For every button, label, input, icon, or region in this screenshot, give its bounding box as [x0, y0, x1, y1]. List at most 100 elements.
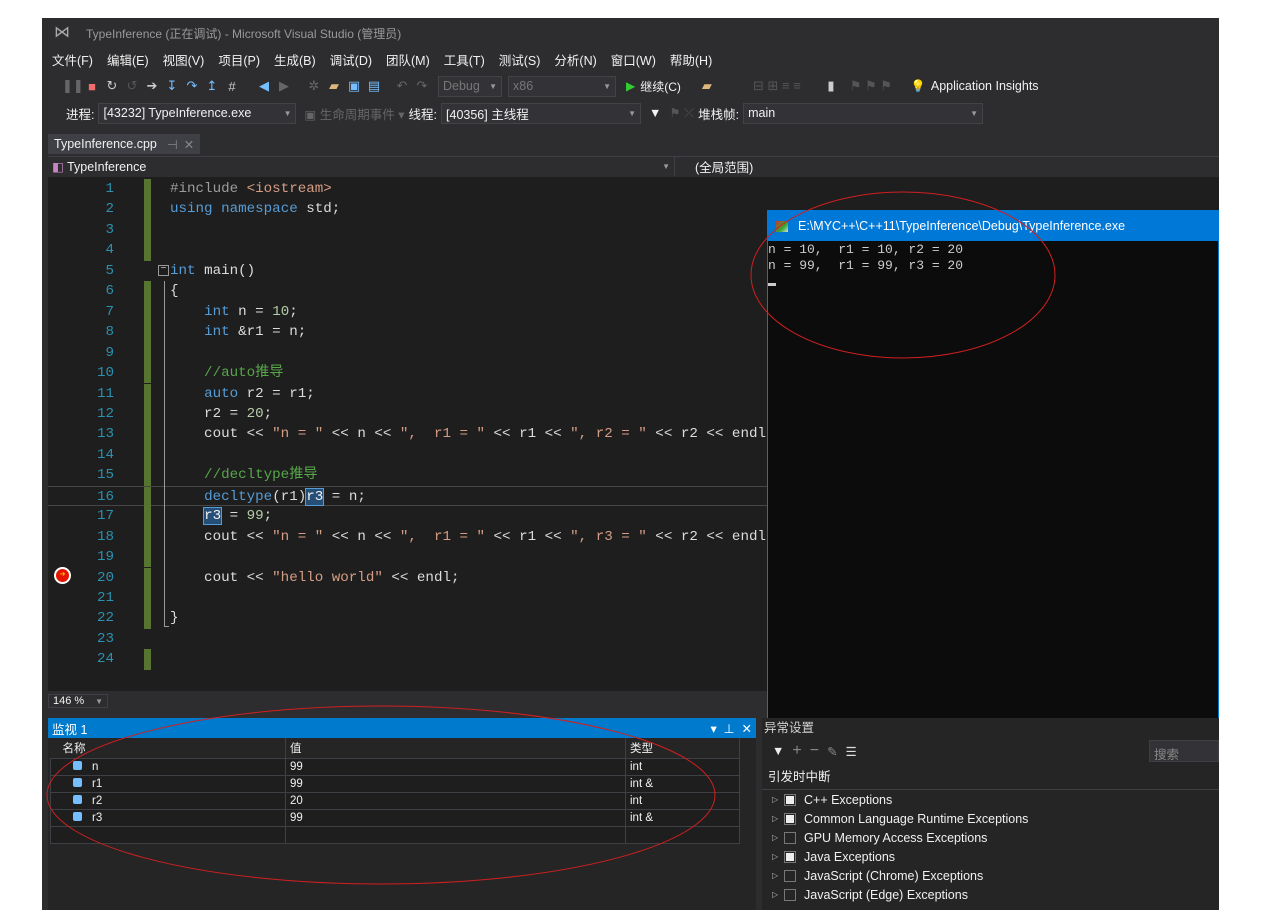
console-title-bar[interactable]: E:\MYC++\C++11\TypeInference\Debug\TypeI… — [768, 211, 1218, 241]
menu-tools[interactable]: 工具(T) — [440, 50, 495, 69]
exception-checkbox[interactable] — [784, 850, 796, 863]
continue-play-icon[interactable]: ▶ — [626, 79, 635, 93]
pause-icon[interactable]: ❚❚ — [62, 78, 84, 94]
save-all-icon[interactable]: ▤ — [364, 78, 384, 94]
filter-icon[interactable]: ▼ — [649, 106, 661, 120]
menu-edit[interactable]: 编辑(E) — [103, 50, 159, 69]
find-icon[interactable]: ▰ — [697, 78, 717, 94]
step-over-icon[interactable]: ↷ — [182, 78, 202, 94]
open-file-icon[interactable]: ▰ — [324, 78, 344, 94]
new-project-icon[interactable]: ✲ — [304, 78, 324, 94]
tab-typeinference-cpp[interactable]: TypeInference.cpp ⊣ ✕ — [48, 134, 201, 154]
stack-frame-dropdown[interactable]: main ▼ — [743, 102, 984, 124]
console-window[interactable]: E:\MYC++\C++11\TypeInference\Debug\TypeI… — [767, 210, 1219, 720]
watch-row[interactable]: r1 99 int & — [50, 774, 740, 793]
process-value: [43232] TypeInference.exe — [103, 106, 252, 120]
menu-view[interactable]: 视图(V) — [159, 50, 215, 69]
expand-icon[interactable]: ▷ — [772, 871, 784, 880]
code-token: r2 = — [170, 405, 247, 422]
platform-dropdown[interactable]: x86 ▼ — [508, 75, 616, 97]
step-into-icon[interactable]: ↧ — [162, 78, 182, 94]
exception-item[interactable]: ▷ JavaScript (Chrome) Exceptions — [762, 866, 1219, 885]
application-insights-button[interactable]: Application Insights — [931, 79, 1039, 93]
window-title: TypeInference (正在调试) - Microsoft Visual … — [86, 26, 402, 41]
pin-icon[interactable]: ⊣ — [167, 137, 178, 152]
add-icon[interactable]: + — [792, 742, 801, 760]
exception-checkbox[interactable] — [784, 831, 796, 844]
column-name[interactable]: 名称 — [50, 738, 286, 758]
exception-checkbox[interactable] — [784, 869, 796, 882]
search-input[interactable]: 搜索 — [1149, 740, 1219, 762]
code-token: //decltype推导 — [170, 467, 318, 484]
watch-value[interactable]: 20 — [285, 791, 626, 810]
close-icon[interactable]: ✕ — [742, 722, 752, 736]
scope-dropdown[interactable]: (全局范围) — [674, 157, 1214, 176]
exception-item[interactable]: ▷ C++ Exceptions — [762, 790, 1219, 809]
stop-icon[interactable]: ■ — [82, 79, 102, 94]
line-number: 18 — [96, 528, 114, 545]
continue-button[interactable]: 继续(C) — [640, 78, 681, 95]
redo-icon[interactable]: ↷ — [412, 78, 432, 94]
watch-row[interactable]: r3 99 int & — [50, 808, 740, 827]
exception-item[interactable]: ▷ Common Language Runtime Exceptions — [762, 809, 1219, 828]
apply-changes-icon[interactable]: ↺ — [122, 78, 142, 94]
menu-window[interactable]: 窗口(W) — [607, 50, 666, 69]
menu-team[interactable]: 团队(M) — [382, 50, 440, 69]
configuration-dropdown[interactable]: Debug ▼ — [438, 75, 502, 97]
step-out-icon[interactable]: ↥ — [202, 78, 222, 94]
save-icon[interactable]: ▣ — [344, 78, 364, 94]
menu-help[interactable]: 帮助(H) — [666, 50, 722, 69]
expand-icon[interactable]: ▷ — [772, 890, 784, 899]
exception-item[interactable]: ▷ Java Exceptions — [762, 847, 1219, 866]
expand-icon[interactable]: ▷ — [772, 852, 784, 861]
menu-project[interactable]: 项目(P) — [214, 50, 270, 69]
watch-row[interactable]: r2 20 int — [50, 791, 740, 810]
menu-test[interactable]: 测试(S) — [495, 50, 551, 69]
filter-icon[interactable]: ▼ — [772, 744, 784, 758]
menu-file[interactable]: 文件(F) — [48, 50, 103, 69]
pin-icon[interactable]: ⊥ — [724, 722, 735, 736]
exception-item[interactable]: ▷ JavaScript (Edge) Exceptions — [762, 885, 1219, 904]
bookmark-nav-icons[interactable]: ⚑ ⚑ ⚑ — [841, 78, 901, 94]
code-line[interactable]: 1 #include <iostream> — [48, 179, 1219, 200]
undo-icon[interactable]: ↶ — [392, 78, 412, 94]
expand-icon[interactable]: ▷ — [772, 814, 784, 823]
navigate-back-icon[interactable]: ◀ — [254, 78, 274, 94]
thread-dropdown[interactable]: [40356] 主线程 ▼ — [441, 102, 642, 124]
watch-row[interactable]: n 99 int — [50, 757, 740, 776]
watch-value[interactable]: 99 — [285, 774, 626, 793]
column-type[interactable]: 类型 — [625, 738, 740, 758]
bookmark-icon[interactable]: ▮ — [821, 78, 841, 94]
hex-display-icon[interactable]: # — [222, 79, 242, 94]
current-statement-breakpoint-icon[interactable]: ➔ — [54, 567, 71, 584]
watch-value[interactable]: 99 — [285, 757, 626, 776]
collapse-icon[interactable]: − — [158, 264, 169, 276]
column-value[interactable]: 值 — [285, 738, 626, 758]
dropdown-icon[interactable]: ▾ — [710, 722, 716, 736]
remove-icon[interactable]: − — [810, 742, 819, 760]
close-tab-icon[interactable]: ✕ — [184, 137, 194, 152]
menu-build[interactable]: 生成(B) — [270, 50, 326, 69]
show-next-statement-icon[interactable]: ➔ — [142, 78, 162, 94]
flag-threads-icon[interactable]: ⚑ ⤫ — [669, 105, 694, 121]
indent-icons[interactable]: ⊟ ⊞ ≡ ≡ — [737, 78, 817, 94]
menu-analyze[interactable]: 分析(N) — [550, 50, 606, 69]
project-dropdown[interactable]: ◧ TypeInference ▼ — [48, 157, 674, 176]
restart-icon[interactable]: ↻ — [102, 78, 122, 94]
zoom-dropdown[interactable]: 146 % ▼ — [48, 694, 108, 708]
line-number: 6 — [105, 283, 114, 300]
watch-empty-row[interactable] — [50, 825, 740, 844]
expand-icon[interactable]: ▷ — [772, 833, 784, 842]
watch-value[interactable]: 99 — [285, 808, 626, 827]
navigate-forward-icon[interactable]: ▶ — [274, 78, 294, 94]
exception-checkbox[interactable] — [784, 888, 796, 901]
process-dropdown[interactable]: [43232] TypeInference.exe ▼ — [98, 102, 297, 124]
menu-debug[interactable]: 调试(D) — [326, 50, 382, 69]
exception-checkbox[interactable] — [784, 812, 796, 825]
exception-item[interactable]: ▷ GPU Memory Access Exceptions — [762, 828, 1219, 847]
lifecycle-events-button[interactable]: ▣ 生命周期事件 ▾ — [304, 104, 404, 123]
expand-icon[interactable]: ▷ — [772, 795, 784, 804]
show-columns-icon[interactable]: ☰ — [846, 744, 857, 759]
exception-checkbox[interactable] — [784, 793, 796, 806]
edit-icon[interactable]: ✎ — [827, 744, 837, 759]
